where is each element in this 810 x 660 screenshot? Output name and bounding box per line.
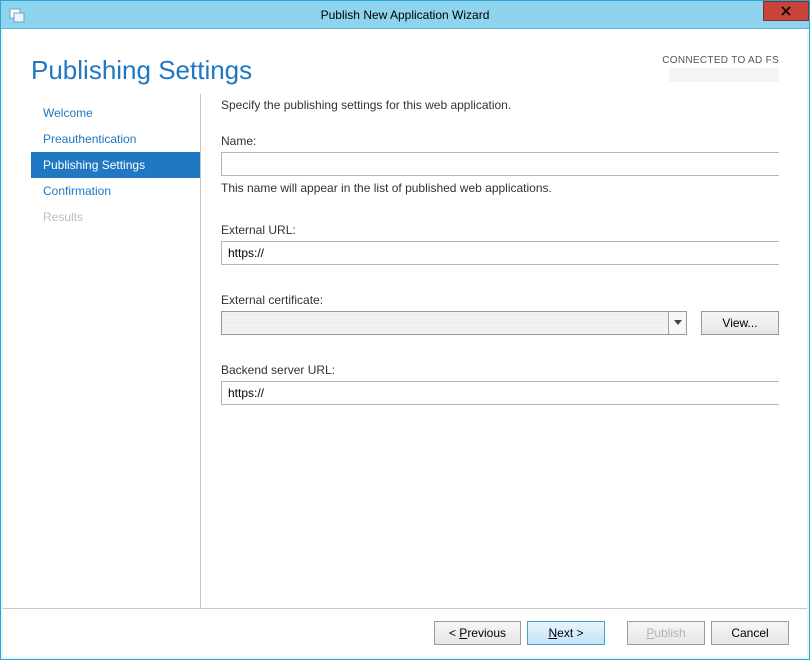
backend-url-input[interactable] — [221, 381, 779, 405]
name-hint: This name will appear in the list of pub… — [221, 181, 779, 195]
backend-url-label: Backend server URL: — [221, 363, 779, 377]
name-input[interactable] — [221, 152, 779, 176]
connection-label: CONNECTED TO AD FS — [662, 55, 779, 66]
connection-status: CONNECTED TO AD FS — [662, 55, 779, 82]
previous-button[interactable]: < Previous — [434, 621, 521, 645]
external-cert-combo[interactable] — [221, 311, 687, 335]
page-title: Publishing Settings — [31, 55, 252, 86]
field-name: Name: This name will appear in the list … — [221, 134, 779, 195]
instruction-text: Specify the publishing settings for this… — [221, 98, 779, 112]
wizard-window: Publish New Application Wizard Publishin… — [0, 0, 810, 660]
body: Welcome Preauthentication Publishing Set… — [3, 94, 807, 608]
publish-button: Publish — [627, 621, 705, 645]
sidebar-item-welcome[interactable]: Welcome — [31, 100, 200, 126]
field-backend-url: Backend server URL: — [221, 363, 779, 405]
field-external-certificate: External certificate: View... — [221, 293, 779, 335]
chevron-down-icon — [668, 312, 686, 334]
header-area: Publishing Settings CONNECTED TO AD FS — [3, 29, 807, 94]
external-url-input[interactable] — [221, 241, 779, 265]
window-title: Publish New Application Wizard — [1, 8, 809, 22]
view-cert-button[interactable]: View... — [701, 311, 779, 335]
sidebar-item-results: Results — [31, 204, 200, 230]
button-bar: < Previous Next > Publish Cancel — [3, 608, 807, 657]
app-icon — [9, 7, 25, 23]
close-button[interactable] — [763, 1, 809, 21]
close-icon — [781, 6, 791, 16]
external-cert-label: External certificate: — [221, 293, 779, 307]
sidebar-item-preauthentication[interactable]: Preauthentication — [31, 126, 200, 152]
main-panel: Specify the publishing settings for this… — [201, 94, 779, 608]
content-area: Publishing Settings CONNECTED TO AD FS W… — [1, 29, 809, 659]
sidebar-item-publishing-settings[interactable]: Publishing Settings — [31, 152, 200, 178]
wizard-steps: Welcome Preauthentication Publishing Set… — [31, 94, 201, 608]
cancel-button[interactable]: Cancel — [711, 621, 789, 645]
external-url-label: External URL: — [221, 223, 779, 237]
next-button[interactable]: Next > — [527, 621, 605, 645]
connection-host — [669, 68, 779, 82]
button-gap — [611, 621, 621, 645]
name-label: Name: — [221, 134, 779, 148]
field-external-url: External URL: — [221, 223, 779, 265]
titlebar: Publish New Application Wizard — [1, 1, 809, 29]
external-cert-value — [222, 312, 668, 334]
sidebar-item-confirmation[interactable]: Confirmation — [31, 178, 200, 204]
